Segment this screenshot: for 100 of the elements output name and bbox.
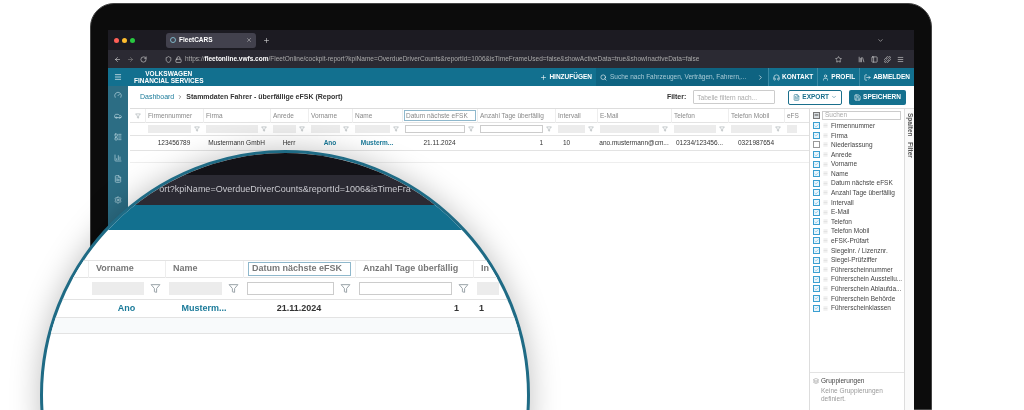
column-checkbox[interactable] [813, 295, 820, 302]
column-checkbox[interactable] [813, 237, 820, 245]
filter-icon[interactable] [719, 126, 725, 132]
filter-icon[interactable] [150, 283, 161, 294]
user-icon [822, 73, 830, 81]
column-checkbox[interactable] [813, 275, 820, 283]
list-icon[interactable] [114, 133, 122, 141]
bar-chart-icon[interactable] [114, 154, 122, 162]
filter-icon[interactable] [299, 126, 305, 132]
url-text: ort?kpiName=OverdueDriverCounts&reportId=1006&isTimeFra [159, 183, 411, 197]
filter-icon[interactable] [261, 126, 267, 132]
document-icon [793, 93, 801, 101]
column-checkbox[interactable] [813, 208, 820, 216]
drag-handle-icon[interactable] [823, 123, 828, 129]
column-checkbox[interactable] [813, 218, 820, 226]
table-cell: 1 [454, 302, 459, 313]
close-icon[interactable] [246, 37, 252, 43]
drag-handle-icon[interactable] [823, 200, 828, 206]
library-icon[interactable] [858, 55, 865, 63]
filter-icon[interactable] [134, 112, 141, 119]
filter-icon[interactable] [588, 126, 594, 132]
new-tab-icon[interactable] [263, 36, 270, 44]
car-icon[interactable] [114, 112, 122, 120]
column-filter-field[interactable] [206, 125, 258, 133]
filter-icon[interactable] [468, 126, 474, 132]
drag-handle-icon[interactable] [823, 132, 828, 138]
drag-handle-icon[interactable] [823, 286, 828, 292]
column-filter-field[interactable] [480, 125, 543, 133]
column-checkbox[interactable] [813, 227, 820, 235]
chevron-right-icon [177, 94, 184, 100]
column-header[interactable]: Anzahl Tage überfällig [360, 262, 462, 276]
filter-icon[interactable] [393, 126, 399, 132]
drag-handle-icon[interactable] [823, 171, 828, 177]
column-checkbox[interactable] [813, 304, 820, 312]
column-checkbox[interactable] [813, 199, 820, 207]
drag-handle-icon[interactable] [823, 228, 828, 234]
column-checkbox[interactable] [813, 266, 820, 274]
column-header[interactable]: Name [170, 262, 201, 276]
column-header[interactable]: Vorname [93, 262, 137, 276]
drag-handle-icon[interactable] [823, 161, 828, 167]
extensions-icon[interactable] [884, 55, 891, 63]
drag-handle-icon[interactable] [823, 219, 828, 225]
column-filter-field[interactable] [273, 125, 296, 133]
column-filter-field[interactable] [311, 125, 340, 133]
filter-icon[interactable] [458, 283, 469, 294]
drag-handle-icon[interactable] [823, 180, 828, 186]
drag-handle-icon[interactable] [823, 248, 828, 253]
drag-handle-icon[interactable] [823, 142, 828, 148]
sidebar-icon[interactable] [871, 55, 878, 63]
column-checkbox[interactable] [813, 189, 820, 197]
drag-handle-icon[interactable] [823, 257, 828, 263]
filter-icon[interactable] [662, 126, 668, 132]
filter-icon[interactable] [340, 283, 351, 294]
column-filter-field[interactable] [477, 282, 499, 295]
drag-handle-icon[interactable] [823, 238, 828, 244]
forward-icon[interactable] [127, 55, 134, 63]
reload-icon[interactable] [140, 55, 147, 63]
drag-handle-icon[interactable] [823, 152, 828, 158]
plus-icon [540, 73, 548, 81]
column-checkbox[interactable] [813, 285, 820, 293]
column-checkbox[interactable] [813, 122, 820, 130]
logout-icon [864, 73, 872, 81]
bookmark-star-icon[interactable] [835, 55, 842, 63]
table-cell[interactable]: Musterm... [181, 302, 227, 313]
document-icon[interactable] [114, 175, 122, 183]
filter-icon[interactable] [546, 126, 552, 132]
filter-icon[interactable] [228, 283, 239, 294]
drag-handle-icon[interactable] [823, 209, 828, 215]
tab-list-icon[interactable] [877, 36, 884, 44]
filter-icon[interactable] [343, 126, 349, 132]
column-checkbox[interactable] [813, 170, 820, 178]
drag-handle-icon[interactable] [823, 267, 828, 273]
column-header[interactable]: In [478, 262, 492, 276]
column-filter-field[interactable] [247, 282, 334, 295]
back-icon[interactable] [114, 55, 121, 63]
column-checkbox[interactable] [813, 256, 820, 264]
caret-icon [831, 94, 838, 100]
chevron-right-icon[interactable] [757, 73, 764, 81]
menu-icon[interactable] [114, 73, 122, 81]
column-checkbox[interactable] [813, 179, 820, 187]
filter-icon[interactable] [775, 126, 781, 132]
settings-icon[interactable] [114, 196, 122, 204]
gauge-icon[interactable] [114, 91, 122, 99]
column-checkbox[interactable] [813, 141, 820, 149]
headset-icon [773, 73, 780, 81]
table-cell[interactable]: Ano [117, 302, 136, 313]
drag-handle-icon[interactable] [823, 276, 828, 282]
drag-handle-icon[interactable] [823, 296, 828, 301]
column-checkbox[interactable] [813, 151, 820, 159]
drag-handle-icon[interactable] [823, 305, 828, 311]
column-checkbox[interactable] [813, 247, 820, 254]
menu-icon[interactable] [897, 55, 904, 63]
filter-icon[interactable] [194, 126, 200, 132]
column-checkbox[interactable] [813, 160, 820, 168]
column-filter-field[interactable] [359, 282, 452, 295]
drag-handle-icon[interactable] [823, 190, 828, 196]
column-filter-field[interactable] [405, 125, 465, 133]
column-header[interactable]: Datum nächste eFSK [248, 262, 351, 276]
column-checkbox[interactable] [813, 131, 820, 139]
select-all-checkbox[interactable] [813, 111, 820, 119]
